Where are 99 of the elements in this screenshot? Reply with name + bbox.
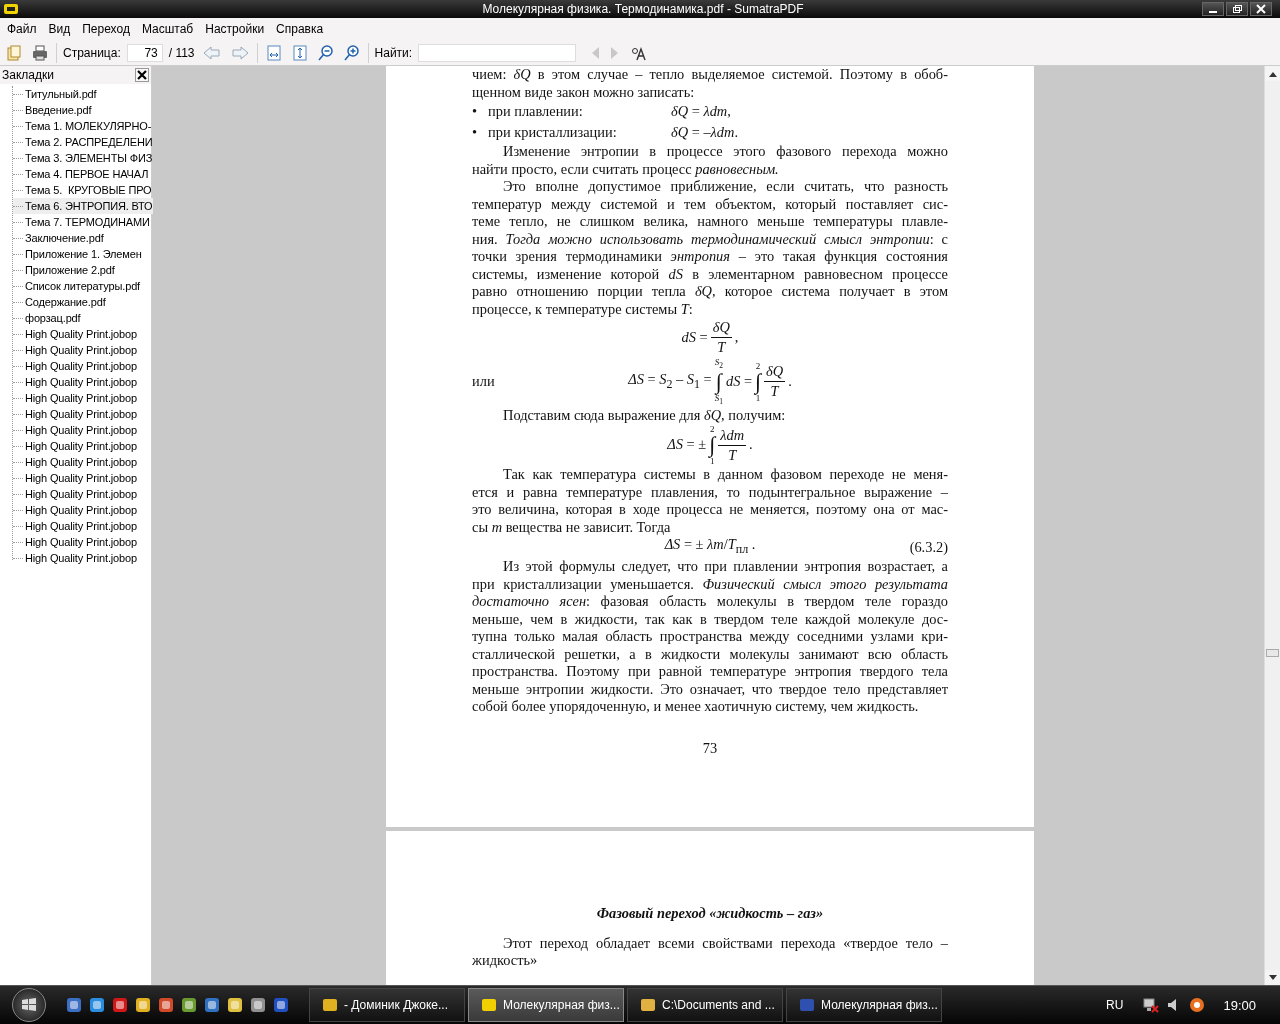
bookmark-item[interactable]: High Quality Print.jobop [13, 374, 137, 390]
bookmark-item[interactable]: Тема 3. ЭЛЕМЕНТЫ ФИЗ [13, 150, 153, 166]
paragraph: чием: δQ в этом случае – тепло выделяемое системой. Поэтому в обоб- щенном виде закон можно записать: [472, 66, 948, 101]
page-label: Страница: [63, 45, 121, 60]
bullet-marker: • [472, 123, 479, 142]
zoom-in-icon[interactable] [341, 42, 362, 63]
bookmark-item[interactable]: High Quality Print.jobop [13, 518, 137, 534]
restore-icon [1232, 4, 1242, 14]
scroll-up-icon[interactable] [1265, 66, 1280, 81]
bookmark-item[interactable]: Заключение.pdf [13, 230, 104, 246]
taskbar-button[interactable]: C:\Documents and ... [627, 988, 783, 1022]
minimize-button[interactable] [1202, 2, 1224, 16]
menu-item[interactable]: Файл [1, 20, 43, 38]
restore-button[interactable] [1226, 2, 1248, 16]
bookmark-item[interactable]: High Quality Print.jobop [13, 326, 137, 342]
page-field[interactable]: 73 [126, 43, 163, 62]
app-icon[interactable] [135, 997, 151, 1013]
bookmark-item[interactable]: Содержание.pdf [13, 294, 106, 310]
find-label: Найти: [374, 45, 413, 60]
language-indicator[interactable]: RU [1106, 998, 1124, 1012]
app-icon[interactable] [273, 997, 289, 1013]
zoom-out-icon[interactable] [315, 42, 336, 63]
app-icon[interactable] [89, 997, 105, 1013]
menu-item[interactable]: Масштаб [135, 20, 200, 38]
menu-item[interactable]: Справка [270, 20, 330, 38]
bookmark-item[interactable]: High Quality Print.jobop [13, 390, 137, 406]
page-total: / 113 [168, 45, 195, 60]
bookmark-item[interactable]: Тема 2. РАСПРЕДЕЛЕНИ [13, 134, 153, 150]
window-title: Молекулярная физика. Термодинамика.pdf - SumatraPDF [481, 2, 805, 16]
app-icon[interactable] [158, 997, 174, 1013]
paragraph: Изменение энтропии в процессе этого фазового перехода можно найти просто, если считать процесс равновесным. [472, 143, 948, 178]
taskbar-button[interactable]: Молекулярная физ... [786, 988, 942, 1022]
bookmark-item[interactable]: High Quality Print.jobop [13, 470, 137, 486]
bookmark-item[interactable]: High Quality Print.jobop [13, 454, 137, 470]
app-logo-icon [4, 4, 18, 14]
equation-number: (6.3.2) [909, 538, 948, 555]
close-button[interactable] [1250, 2, 1272, 16]
menu-item[interactable]: Настройки [199, 20, 271, 38]
paragraph: Это вполне допустимое приближение, если считать, что разность температур между системой и тем объектом, который поставляет сис- теме тепло, не слишком велика, намного меньше температуры плавле- ния. Тогда можно использовать термодинамический смысл энтропии: с точки зрения термодинамики энтропия – это такая функция состояния системы, изменение которой dS в элементарном равновесном процессе равно отношению порции тепла δQ, которое система получает в этом процессе, к температуре системы T: [472, 178, 948, 318]
app-icon[interactable] [1189, 997, 1206, 1013]
app-icon[interactable] [181, 997, 197, 1013]
page-number: 73 [702, 739, 718, 756]
app-icon[interactable] [204, 997, 220, 1013]
scrollbar[interactable] [1264, 66, 1280, 985]
network-icon[interactable] [1143, 997, 1160, 1013]
search-field[interactable] [418, 43, 577, 62]
bookmark-item[interactable]: Тема 6. ЭНТРОПИЯ. ВТО [13, 198, 153, 214]
paragraph: Подставим сюда выражение для δQ, получим: [502, 406, 787, 425]
app-icon [799, 997, 815, 1013]
close-icon[interactable] [135, 68, 149, 82]
scroll-down-icon[interactable] [1265, 970, 1280, 985]
formula: δQ = λdm, [671, 102, 731, 121]
bookmark-item[interactable]: High Quality Print.jobop [13, 502, 137, 518]
printer-icon[interactable] [30, 42, 50, 63]
taskbar-button[interactable]: Молекулярная физ... [468, 988, 624, 1022]
bookmark-item[interactable]: Тема 1. МОЛЕКУЛЯРНО- [13, 118, 152, 134]
bookmark-item[interactable]: Тема 7. ТЕРМОДИНАМИ [13, 214, 150, 230]
paragraph: Из этой формулы следует, что при плавлении энтропия возрастает, а при кристаллизации уменьшается. Физический смысл этого результата достаточно ясен: фазовая область молекулы в твердом теле гораздо меньше, чем в жидкости, так как в твердом теле каждой молекуле дос- тупна только малая область пространства между соседними узлами кри- сталлической решетки, а в жидкости молекулы занимают всю область пространства. Поэтому при равной температуре энтропия твердого тела меньше энтропии жидкости. Это означает, что твердое тело представляет собой более упорядоченную, и менее хаотичную систему, чем жидкость. [472, 558, 948, 716]
bookmark-item[interactable]: High Quality Print.jobop [13, 438, 137, 454]
bookmark-item[interactable]: High Quality Print.jobop [13, 422, 137, 438]
app-icon[interactable] [112, 997, 128, 1013]
list-label: при кристаллизации: [488, 123, 618, 142]
bookmark-item[interactable]: High Quality Print.jobop [13, 342, 137, 358]
bookmark-item[interactable]: Список литературы.pdf [13, 278, 140, 294]
formula: δQ = –λdm. [671, 123, 739, 142]
bookmark-item[interactable]: High Quality Print.jobop [13, 550, 137, 566]
close-icon [1256, 4, 1266, 14]
app-icon [322, 997, 338, 1013]
minimize-icon [1209, 11, 1217, 13]
app-icon [481, 997, 497, 1013]
bullet-marker: • [472, 102, 479, 121]
taskbar-button[interactable]: - Доминик Джоке... [309, 988, 465, 1022]
app-icon[interactable] [250, 997, 266, 1013]
section-heading: Фазовый переход «жидкость – газ» [596, 905, 824, 922]
bookmark-item[interactable]: High Quality Print.jobop [13, 486, 137, 502]
app-icon [640, 997, 656, 1013]
app-icon[interactable] [227, 997, 243, 1013]
menu-item[interactable]: Переход [76, 20, 136, 38]
bookmark-item[interactable]: Приложение 2.pdf [13, 262, 115, 278]
bookmark-item[interactable]: Тема 5. КРУГОВЫЕ ПРО [13, 182, 152, 198]
paragraph: Этот переход обладает всеми свойствами перехода «твердое тело – жидкость» [472, 934, 948, 970]
bookmark-item[interactable]: High Quality Print.jobop [13, 406, 137, 422]
bookmark-item[interactable]: High Quality Print.jobop [13, 534, 137, 550]
menu-item[interactable]: Вид [42, 20, 77, 38]
bookmark-item[interactable]: Введение.pdf [13, 102, 92, 118]
formula-lead: или [472, 373, 495, 390]
clock: 19:00 [1223, 997, 1256, 1013]
list-label: при плавлении: [488, 102, 584, 121]
app-icon[interactable] [66, 997, 82, 1013]
bookmark-item[interactable]: форзац.pdf [13, 310, 81, 326]
bookmark-item[interactable]: Приложение 1. Элемен [13, 246, 142, 262]
start-icon [21, 997, 37, 1013]
bookmark-item[interactable]: Тема 4. ПЕРВОЕ НАЧАЛ [13, 166, 149, 182]
sidebar-title: Закладки [2, 68, 54, 82]
start-button[interactable] [12, 988, 46, 1022]
formula: ΔS = ± λm/T$_{пл}$ . [664, 536, 756, 558]
scrollbar-thumb[interactable] [1266, 649, 1279, 657]
bookmark-item[interactable]: High Quality Print.jobop [13, 358, 137, 374]
bookmark-item[interactable]: Титульный.pdf [13, 86, 97, 102]
